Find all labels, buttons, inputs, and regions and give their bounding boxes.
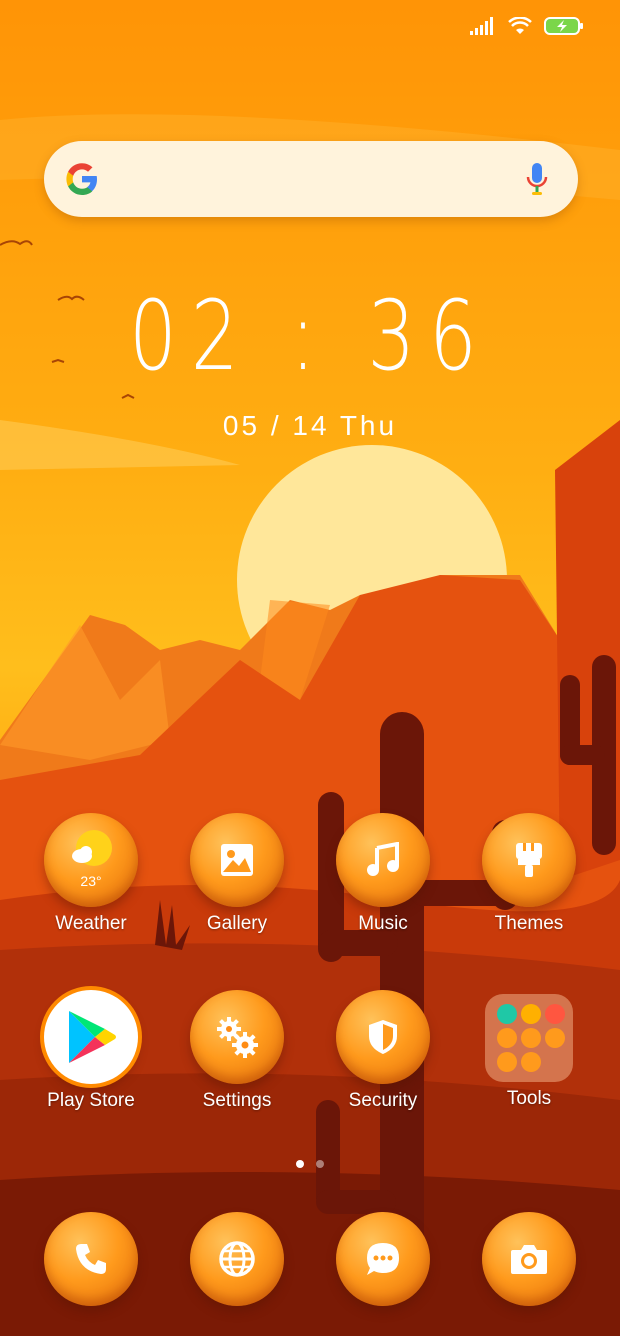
clock-date[interactable]: 05 / 14 Thu	[0, 410, 620, 442]
weather-bubble: 23°	[44, 813, 138, 907]
mini-app-icon	[521, 1028, 541, 1048]
music-bubble	[336, 813, 430, 907]
folder-icon	[485, 994, 573, 1082]
camera-icon	[511, 1245, 547, 1274]
gallery-icon	[221, 844, 253, 876]
mic-icon[interactable]	[526, 163, 548, 197]
page-dot[interactable]	[316, 1160, 324, 1168]
settings-icon	[217, 1017, 258, 1058]
dock-camera[interactable]	[459, 1212, 599, 1306]
gallery-bubble	[190, 813, 284, 907]
app-settings[interactable]: Settings	[167, 990, 307, 1112]
mini-app-icon	[497, 1004, 517, 1024]
mini-app-icon	[497, 1028, 517, 1048]
app-label: Themes	[494, 913, 564, 934]
mini-app-icon	[521, 1052, 541, 1072]
browser-icon	[219, 1241, 255, 1277]
mini-app-icon	[497, 1052, 517, 1072]
page-indicator[interactable]	[0, 1160, 620, 1168]
page-dot-active[interactable]	[296, 1160, 304, 1168]
app-security[interactable]: Security	[313, 990, 453, 1112]
themes-icon	[516, 843, 542, 877]
browser-bubble	[190, 1212, 284, 1306]
messages-icon	[367, 1243, 399, 1275]
music-icon	[367, 842, 399, 876]
dock-browser[interactable]	[167, 1212, 307, 1306]
app-label: Security	[348, 1090, 418, 1111]
mini-app-icon	[545, 1004, 565, 1024]
battery-charging-icon	[544, 17, 583, 35]
phone-bubble	[44, 1212, 138, 1306]
dock-messages[interactable]	[313, 1212, 453, 1306]
clock-time[interactable]: 02 : 36	[68, 288, 552, 384]
security-icon	[369, 1020, 397, 1054]
security-bubble	[336, 990, 430, 1084]
app-label: Settings	[202, 1090, 272, 1111]
mini-app-icon	[545, 1028, 565, 1048]
app-play-store[interactable]: Play Store	[21, 990, 161, 1112]
mini-app-icon	[521, 1004, 541, 1024]
folder-tools[interactable]: Tools	[459, 990, 599, 1110]
home-screen: 02 : 36 05 / 14 Thu 23° Weather Gallery	[0, 0, 620, 1336]
camera-bubble	[482, 1212, 576, 1306]
signal-icon	[470, 17, 493, 35]
app-label: Weather	[55, 913, 127, 934]
play-store-bubble	[44, 990, 138, 1084]
themes-bubble	[482, 813, 576, 907]
dock-phone[interactable]	[21, 1212, 161, 1306]
phone-icon	[76, 1244, 106, 1274]
app-gallery[interactable]: Gallery	[167, 813, 307, 935]
status-bar	[470, 16, 584, 36]
settings-bubble	[190, 990, 284, 1084]
play-store-icon	[69, 1011, 116, 1063]
wifi-icon	[508, 17, 532, 34]
weather-icon	[72, 830, 112, 866]
app-label: Music	[358, 913, 408, 934]
app-themes[interactable]: Themes	[459, 813, 599, 935]
messages-bubble	[336, 1212, 430, 1306]
app-music[interactable]: Music	[313, 813, 453, 935]
google-search-bar[interactable]	[44, 141, 578, 217]
app-weather[interactable]: 23° Weather	[21, 813, 161, 935]
app-label: Tools	[506, 1088, 552, 1109]
app-label: Play Store	[47, 1090, 135, 1111]
weather-temp: 23°	[80, 873, 102, 889]
app-label: Gallery	[206, 913, 268, 934]
google-g-icon	[66, 163, 97, 195]
